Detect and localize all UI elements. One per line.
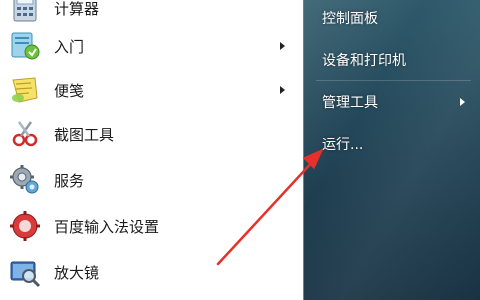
services-gear-icon: [8, 163, 42, 197]
program-label: 截图工具: [54, 125, 115, 144]
magnifier-icon: [8, 255, 42, 289]
right-item-admin-tools[interactable]: 管理工具: [304, 84, 480, 120]
right-item-label: 管理工具: [322, 95, 378, 111]
sticky-notes-icon: [8, 73, 42, 107]
getting-started-icon: [8, 29, 42, 63]
program-item-services[interactable]: 服务: [0, 158, 300, 202]
right-item-label: 控制面板: [322, 11, 378, 27]
program-label: 放大镜: [54, 263, 100, 282]
right-item-label: 运行...: [322, 137, 364, 153]
program-item-baidu-ime-settings[interactable]: 百度输入法设置: [0, 204, 300, 248]
program-item-sticky-notes[interactable]: 便笺: [0, 68, 300, 112]
snipping-tool-icon: [8, 117, 42, 151]
program-item-magnifier[interactable]: 放大镜: [0, 250, 300, 294]
baidu-ime-settings-icon: [8, 209, 42, 243]
right-pane: 控制面板 设备和打印机 管理工具 运行...: [303, 0, 480, 300]
submenu-arrow-icon: [460, 98, 465, 106]
right-item-label: 设备和打印机: [322, 53, 406, 69]
right-item-run[interactable]: 运行...: [304, 126, 480, 162]
program-label: 计算器: [54, 0, 100, 18]
program-label: 便笺: [54, 81, 85, 100]
program-item-getting-started[interactable]: 入门: [0, 24, 300, 68]
right-item-devices-printers[interactable]: 设备和打印机: [304, 42, 480, 78]
program-list: 计算器 入门 便笺 截图工具 服务 百度输入法设置 放大镜: [0, 0, 303, 300]
program-item-snipping-tool[interactable]: 截图工具: [0, 112, 300, 156]
submenu-arrow-icon: [280, 86, 285, 94]
submenu-arrow-icon: [280, 42, 285, 50]
program-label: 入门: [54, 37, 85, 56]
program-label: 服务: [54, 171, 85, 190]
right-item-control-panel[interactable]: 控制面板: [304, 0, 480, 36]
program-label: 百度输入法设置: [54, 217, 160, 236]
calculator-icon: [8, 0, 42, 25]
menu-separator: [316, 80, 471, 81]
